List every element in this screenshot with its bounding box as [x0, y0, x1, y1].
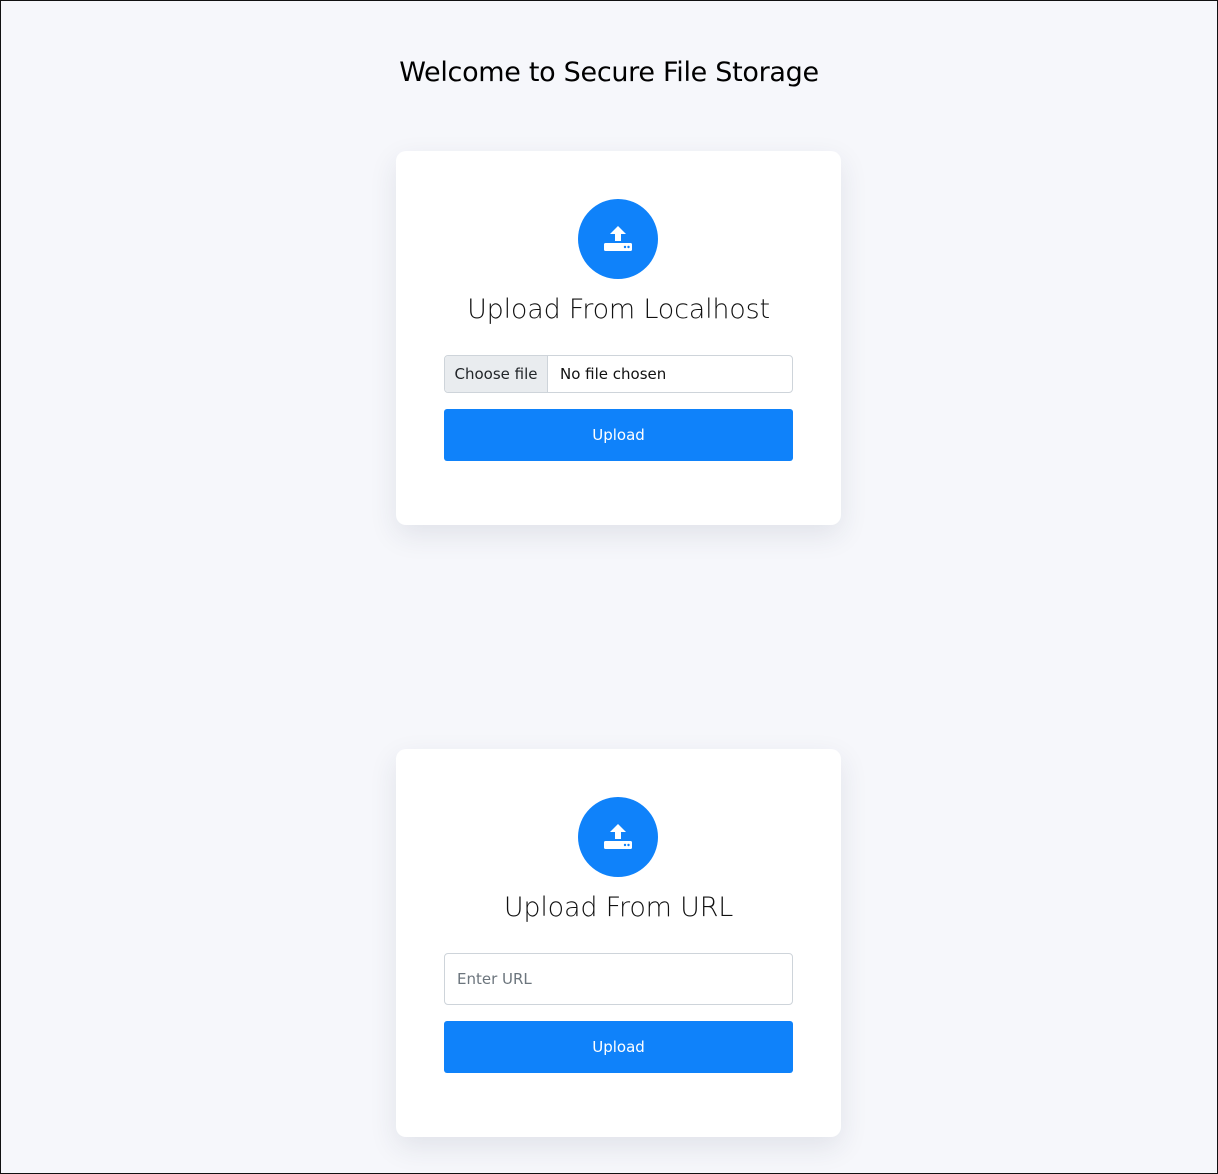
upload-icon — [578, 199, 658, 279]
local-upload-button[interactable]: Upload — [444, 409, 793, 461]
upload-icon — [578, 797, 658, 877]
page-title: Welcome to Secure File Storage — [399, 57, 819, 88]
url-upload-title: Upload From URL — [503, 892, 734, 923]
local-upload-card: Upload From Localhost Choose file No fil… — [396, 151, 841, 525]
file-status-text: No file chosen — [560, 365, 667, 383]
url-upload-button[interactable]: Upload — [444, 1021, 793, 1073]
url-upload-card: Upload From URL Upload — [396, 749, 841, 1137]
url-input[interactable] — [444, 953, 793, 1005]
choose-file-button[interactable]: Choose file — [445, 356, 548, 392]
file-input[interactable]: Choose file No file chosen — [444, 355, 793, 393]
local-upload-title: Upload From Localhost — [467, 294, 770, 325]
